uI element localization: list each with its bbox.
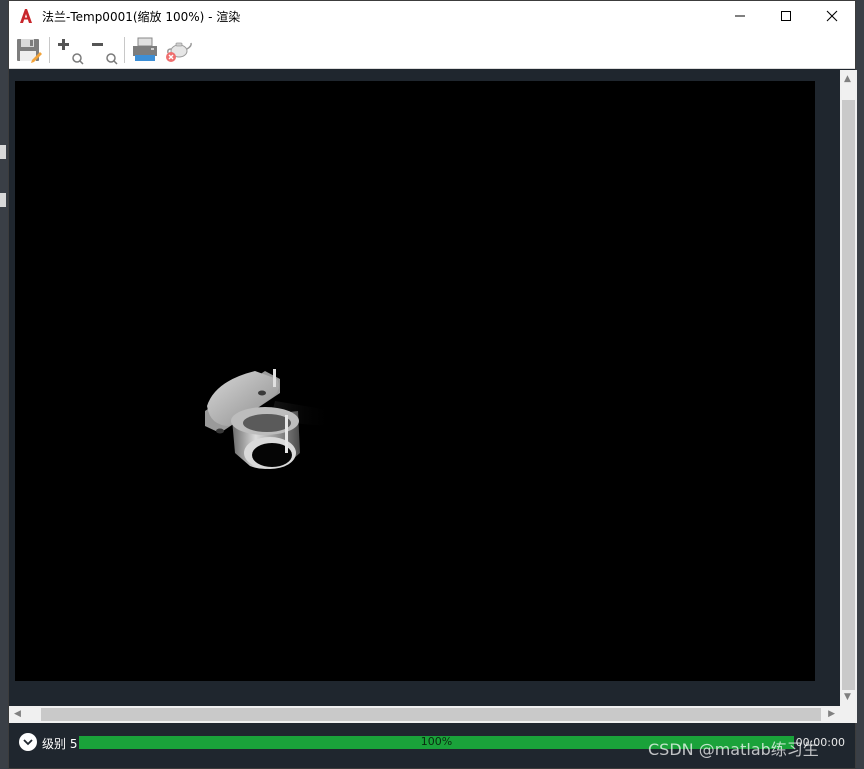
title-bar[interactable]: 法兰-Temp0001(缩放 100%) - 渲染 (9, 1, 855, 31)
background-app-edge (0, 0, 8, 769)
vertical-scroll-thumb[interactable] (842, 100, 855, 690)
zoom-out-icon (92, 42, 118, 65)
close-button[interactable] (809, 1, 855, 31)
render-window: 法兰-Temp0001(缩放 100%) - 渲染 ▲ ▼ ◀ ▶ 级别 5 1… (8, 0, 857, 769)
horizontal-scroll-thumb[interactable] (41, 708, 821, 721)
render-level-label: 级别 5 (42, 737, 78, 751)
zoom-in-button[interactable] (53, 34, 87, 66)
scroll-down-icon[interactable]: ▼ (844, 692, 851, 702)
maximize-icon (781, 11, 791, 21)
toolbar-separator (49, 36, 50, 63)
print-icon (133, 37, 157, 61)
minimize-button[interactable] (717, 1, 763, 31)
vertical-scrollbar[interactable]: ▲ ▼ (840, 70, 857, 706)
print-button[interactable] (128, 34, 162, 66)
minimize-icon (735, 15, 745, 17)
maximize-button[interactable] (763, 1, 809, 31)
scroll-right-icon[interactable]: ▶ (828, 709, 835, 719)
scroll-corner (840, 706, 857, 723)
background-mark (0, 145, 6, 159)
save-icon (17, 38, 42, 63)
close-icon (826, 10, 838, 22)
autocad-icon (18, 8, 34, 24)
horizontal-scrollbar[interactable]: ◀ ▶ (9, 706, 840, 723)
toolbar (9, 31, 855, 69)
render-viewport (9, 70, 840, 706)
zoom-in-icon (58, 38, 84, 65)
cancel-render-button[interactable] (162, 34, 196, 66)
background-app-edge-right (856, 0, 864, 769)
scroll-up-icon[interactable]: ▲ (844, 74, 851, 84)
level-expand-button[interactable] (19, 733, 37, 751)
save-button[interactable] (12, 34, 46, 66)
toolbar-separator (124, 36, 125, 63)
render-canvas[interactable] (15, 81, 815, 681)
background-mark (0, 193, 6, 207)
flange-render (205, 369, 335, 470)
teapot-cancel-icon (166, 42, 192, 62)
watermark-text: CSDN @matlab练习生 (648, 740, 819, 759)
chevron-down-icon (23, 739, 33, 746)
window-title: 法兰-Temp0001(缩放 100%) - 渲染 (42, 9, 241, 24)
zoom-out-button[interactable] (87, 34, 121, 66)
scroll-left-icon[interactable]: ◀ (14, 709, 21, 719)
